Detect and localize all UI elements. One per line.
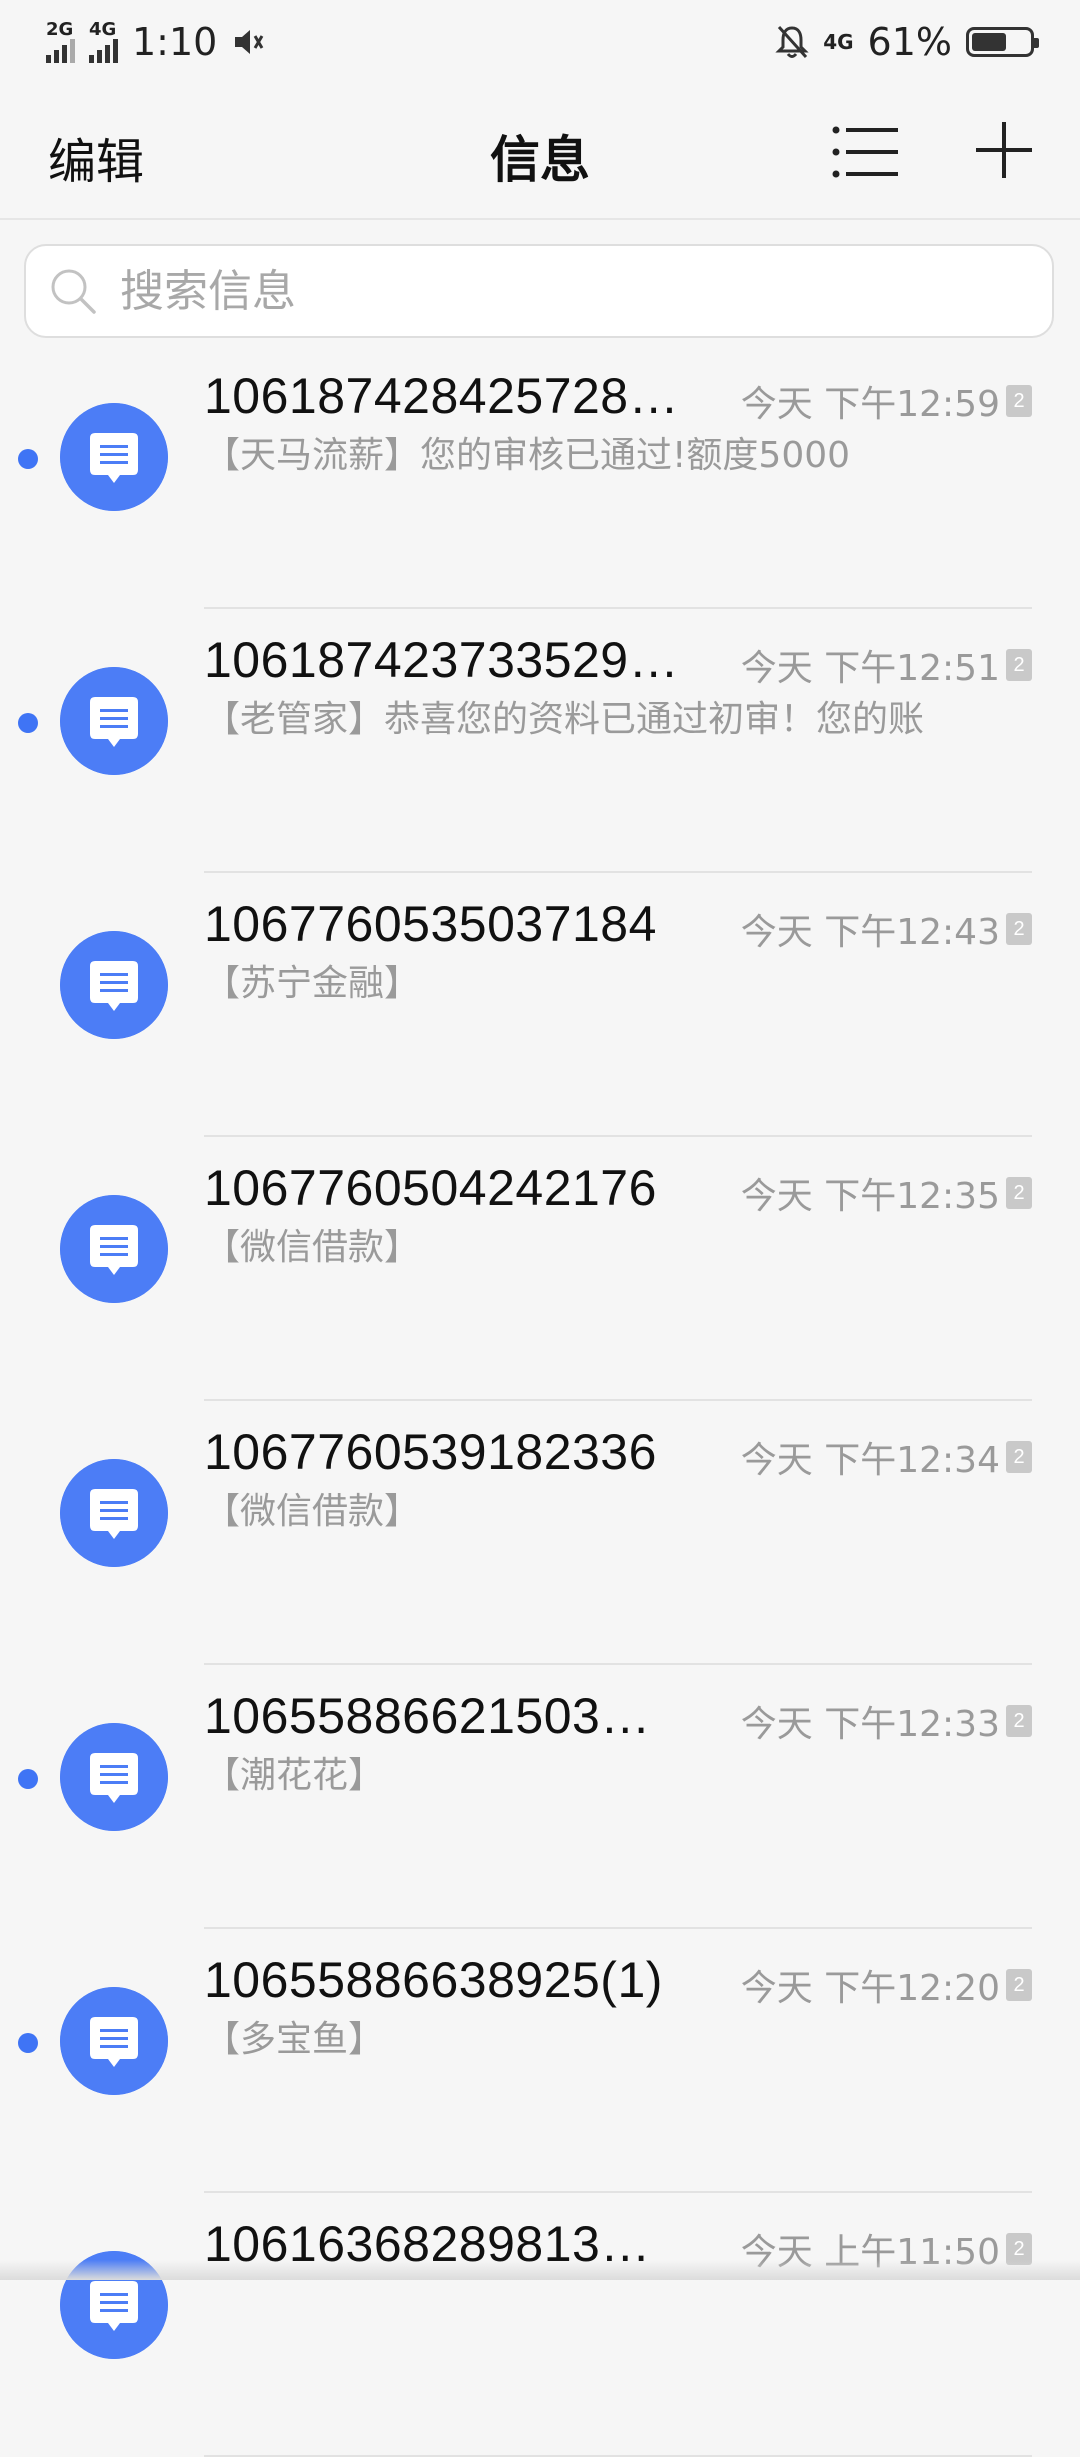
message-preview: 【多宝鱼】 [204,2019,385,2060]
message-preview: 【微信借款】 [204,1227,421,1268]
message-row[interactable]: 10655886621503… 今天 下午12:33 2 【潮花花】 [0,1665,1080,1929]
message-preview: 【微信借款】 [204,1491,421,1532]
sim-card-icon: 2 [1006,1969,1032,2001]
message-bubble-icon [60,403,168,511]
message-bubble-icon [60,1459,168,1567]
message-list: 106187428425728… 今天 下午12:59 2 【天马流薪】您的审核已通过… [0,345,1080,2457]
scroll-edge [0,2260,1080,2280]
message-preview: 【苏宁金融】 [204,963,421,1004]
message-preview: 【天马流薪】您的审核已通过!额度5000 [204,435,851,476]
app-header: 编辑 信息 [0,84,1080,220]
message-bubble-icon [60,1987,168,2095]
message-time: 今天 下午12:51 2 [741,639,1032,691]
sim-card-icon: 2 [1006,1177,1032,1209]
time-text: 今天 下午12:20 [740,1968,1000,2009]
unread-indicator [18,713,38,733]
clock: 1:10 [132,20,218,64]
unread-indicator [18,2033,38,2053]
sim-card-icon: 2 [1006,385,1032,417]
time-text: 今天 下午12:43 [740,912,1000,953]
message-row[interactable]: 1067760504242176 今天 下午12:35 2 【微信借款】 [0,1137,1080,1401]
signal-4g-label: 4G [89,19,117,40]
battery-percent: 61% [867,20,952,64]
sender-number: 1067760535037184 [204,896,657,952]
message-row[interactable]: 106187423733529… 今天 下午12:51 2 【老管家】恭喜您的资料已通… [0,609,1080,873]
search-bar[interactable] [24,244,1054,338]
signal-4g-icon: 4G [89,21,118,63]
time-text: 今天 下午12:33 [740,1704,1000,1745]
search-icon [51,269,96,314]
message-time: 今天 下午12:34 2 [741,1431,1032,1483]
bell-off-icon [775,25,809,59]
message-time: 今天 下午12:43 2 [741,903,1032,955]
sender-number: 10655886621503… [204,1688,651,1744]
unread-indicator [18,449,38,469]
list-menu-icon[interactable] [832,124,898,180]
message-bubble-icon [60,1195,168,1303]
sender-number: 106187428425728… [204,368,680,424]
signal-2g-icon: 2G [46,21,75,63]
time-text: 今天 下午12:34 [740,1440,1000,1481]
message-row[interactable]: 10616368289813… 今天 上午11:50 2 [0,2193,1080,2457]
message-row[interactable]: 1067760539182336 今天 下午12:34 2 【微信借款】 [0,1401,1080,1665]
message-preview: 【老管家】恭喜您的资料已通过初审！您的账 [204,699,925,740]
sender-number: 1067760539182336 [204,1424,657,1480]
signal-2g-label: 2G [46,19,74,40]
plus-icon[interactable] [972,118,1036,182]
network-4g-indicator: 4G [823,30,854,54]
message-row[interactable]: 10655886638925(1) 今天 下午12:20 2 【多宝鱼】 [0,1929,1080,2193]
message-time: 今天 下午12:35 2 [741,1167,1032,1219]
status-right: 4G 61% [775,20,1039,64]
message-time: 今天 下午12:33 2 [741,1695,1032,1747]
sim-card-icon: 2 [1006,913,1032,945]
battery-icon [966,27,1039,57]
search-input[interactable] [118,264,1022,318]
message-row[interactable]: 106187428425728… 今天 下午12:59 2 【天马流薪】您的审核已通过… [0,345,1080,609]
sender-number: 1067760504242176 [204,1160,657,1216]
sender-number: 10655886638925(1) [204,1952,663,2008]
message-time: 今天 下午12:20 2 [741,1959,1032,2011]
status-left: 2G 4G 1:10 [46,20,265,64]
message-bubble-icon [60,667,168,775]
message-preview: 【潮花花】 [204,1755,385,1796]
sim-card-icon: 2 [1006,1441,1032,1473]
message-row[interactable]: 1067760535037184 今天 下午12:43 2 【苏宁金融】 [0,873,1080,1137]
time-text: 今天 下午12:35 [740,1176,1000,1217]
message-time: 今天 下午12:59 2 [741,375,1032,427]
unread-indicator [18,1769,38,1789]
message-bubble-icon [60,931,168,1039]
time-text: 今天 下午12:59 [740,384,1000,425]
speaker-muted-icon [235,30,264,54]
sender-number: 106187423733529… [204,632,680,688]
page-title: 信息 [490,131,590,189]
sim-card-icon: 2 [1006,649,1032,681]
status-bar: 2G 4G 1:10 4G 61% [0,0,1080,84]
sim-card-icon: 2 [1006,1705,1032,1737]
time-text: 今天 下午12:51 [740,648,1000,689]
message-bubble-icon [60,1723,168,1831]
